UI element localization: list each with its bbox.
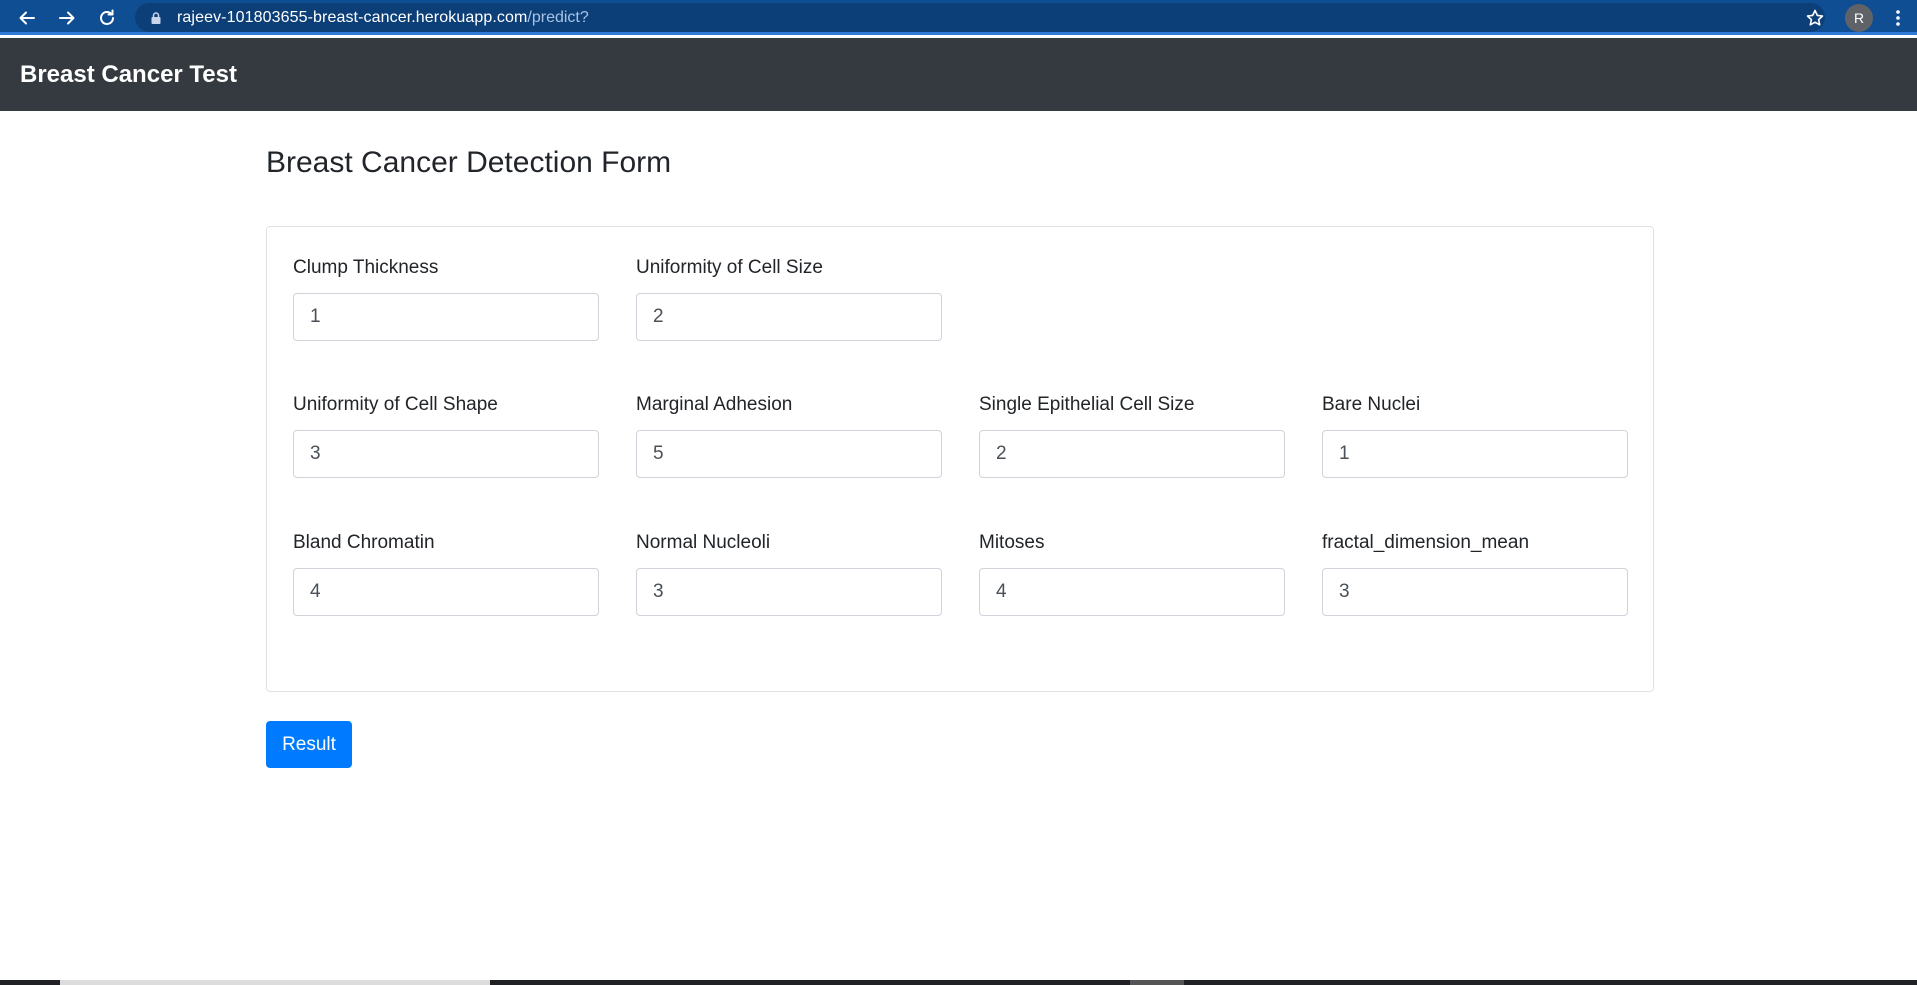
field-mitoses: Mitoses <box>979 532 1285 616</box>
field-clump-thickness: Clump Thickness <box>293 257 599 341</box>
arrow-right-icon <box>59 11 75 24</box>
field-normal-nucleoli: Normal Nucleoli <box>636 532 942 616</box>
fractal-dimension-mean-input[interactable] <box>1322 568 1628 616</box>
clump-thickness-input[interactable] <box>293 293 599 341</box>
uniformity-cell-shape-input[interactable] <box>293 430 599 478</box>
field-label: Bland Chromatin <box>293 532 435 553</box>
kebab-menu-icon <box>1896 9 1900 26</box>
field-label: Normal Nucleoli <box>636 532 771 553</box>
bottom-strip <box>0 980 1917 985</box>
field-single-epithelial-cell-size: Single Epithelial Cell Size <box>979 394 1285 478</box>
back-button[interactable] <box>7 0 47 35</box>
marginal-adhesion-input[interactable] <box>636 430 942 478</box>
toolbar-right: R <box>1795 0 1917 35</box>
field-label: Mitoses <box>979 532 1045 553</box>
arrow-left-icon <box>19 11 35 24</box>
url-host: rajeev-101803655-breast-cancer.herokuapp… <box>177 8 528 26</box>
field-label: Uniformity of Cell Size <box>636 257 823 278</box>
field-uniformity-cell-shape: Uniformity of Cell Shape <box>293 394 599 478</box>
reload-icon <box>100 9 114 25</box>
mitoses-input[interactable] <box>979 568 1285 616</box>
strip-segment <box>1130 980 1184 985</box>
result-button[interactable]: Result <box>266 721 352 768</box>
field-bland-chromatin: Bland Chromatin <box>293 532 599 616</box>
field-label: Bare Nuclei <box>1322 394 1421 415</box>
app-navbar: Breast Cancer Test <box>0 38 1917 111</box>
browser-menu-button[interactable] <box>1883 0 1913 35</box>
strip-segment <box>60 980 490 985</box>
bookmark-button[interactable] <box>1795 0 1835 35</box>
address-bar[interactable]: rajeev-101803655-breast-cancer.herokuapp… <box>135 3 1825 32</box>
field-label: Marginal Adhesion <box>636 394 793 415</box>
field-label: fractal_dimension_mean <box>1322 532 1530 553</box>
forward-button[interactable] <box>47 0 87 35</box>
field-fractal-dimension-mean: fractal_dimension_mean <box>1322 532 1628 616</box>
reload-button[interactable] <box>87 0 127 35</box>
uniformity-cell-size-input[interactable] <box>636 293 942 341</box>
bland-chromatin-input[interactable] <box>293 568 599 616</box>
lock-icon <box>151 11 161 24</box>
detection-form: Clump Thickness Uniformity of Cell Size … <box>266 226 1654 692</box>
url-path: /predict? <box>527 8 589 26</box>
field-label: Single Epithelial Cell Size <box>979 394 1195 415</box>
page-title: Breast Cancer Detection Form <box>266 146 672 179</box>
field-marginal-adhesion: Marginal Adhesion <box>636 394 942 478</box>
field-uniformity-cell-size: Uniformity of Cell Size <box>636 257 942 341</box>
field-bare-nuclei: Bare Nuclei <box>1322 394 1628 478</box>
field-label: Clump Thickness <box>293 257 439 278</box>
star-icon <box>1806 9 1824 26</box>
bare-nuclei-input[interactable] <box>1322 430 1628 478</box>
field-label: Uniformity of Cell Shape <box>293 394 498 415</box>
browser-toolbar: rajeev-101803655-breast-cancer.herokuapp… <box>0 0 1917 35</box>
normal-nucleoli-input[interactable] <box>636 568 942 616</box>
navbar-brand[interactable]: Breast Cancer Test <box>20 61 237 89</box>
profile-avatar[interactable]: R <box>1845 3 1873 32</box>
single-epithelial-cell-size-input[interactable] <box>979 430 1285 478</box>
